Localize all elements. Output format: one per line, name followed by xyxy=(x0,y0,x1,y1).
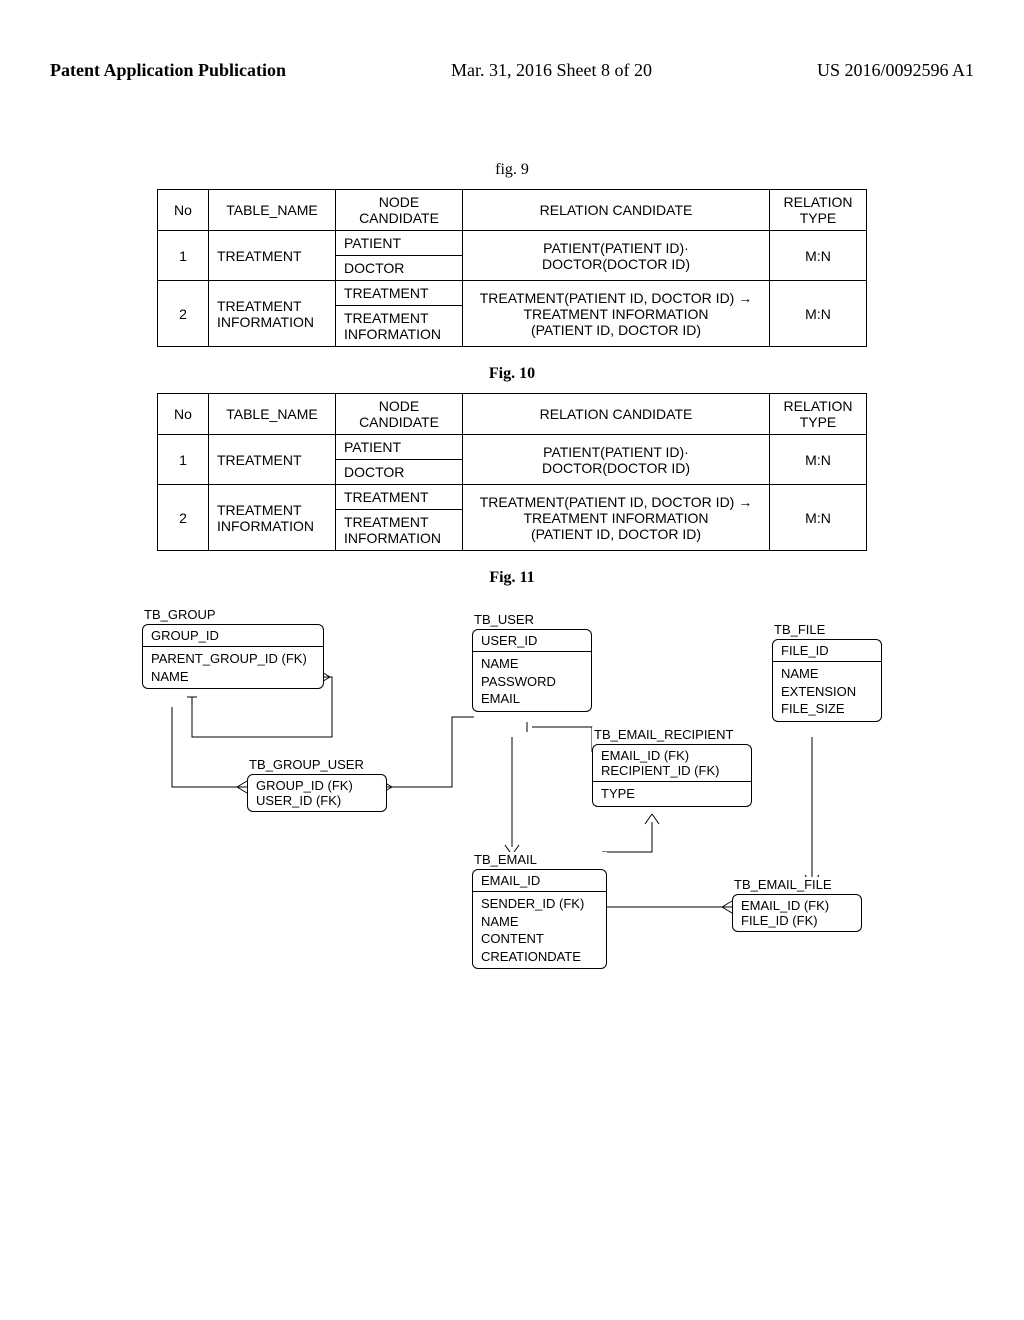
cell-node: TREATMENT xyxy=(336,281,463,306)
entity-title: TB_FILE xyxy=(772,622,882,637)
fig11-label: Fig. 11 xyxy=(50,569,974,587)
cell-node: TREATMENT INFORMATION xyxy=(336,510,463,551)
page-header: Patent Application Publication Mar. 31, … xyxy=(50,60,974,81)
cell-relation: PATIENT(PATIENT ID)· DOCTOR(DOCTOR ID) xyxy=(463,435,770,485)
table-header-row: No TABLE_NAME NODE CANDIDATE RELATION CA… xyxy=(158,394,867,435)
cell-type: M:N xyxy=(770,485,867,551)
col-type: RELATION TYPE xyxy=(770,394,867,435)
table-row: 1 TREATMENT PATIENT PATIENT(PATIENT ID)·… xyxy=(158,231,867,256)
entity-tb-group-user: TB_GROUP_USER GROUP_ID (FK) USER_ID (FK) xyxy=(247,757,387,812)
col-no: No xyxy=(158,394,209,435)
col-node: NODE CANDIDATE xyxy=(336,394,463,435)
table-row: 1 TREATMENT PATIENT PATIENT(PATIENT ID)·… xyxy=(158,435,867,460)
cell-type: M:N xyxy=(770,281,867,347)
cell-tname: TREATMENT INFORMATION xyxy=(209,281,336,347)
entity-title: TB_EMAIL_RECIPIENT xyxy=(592,727,752,742)
col-relation: RELATION CANDIDATE xyxy=(463,190,770,231)
table-row: 2 TREATMENT INFORMATION TREATMENT TREATM… xyxy=(158,281,867,306)
fig11-erd: TB_GROUP GROUP_ID PARENT_GROUP_ID (FK) N… xyxy=(132,597,892,997)
fig10-label: Fig. 10 xyxy=(50,365,974,383)
entity-attrs: NAME EXTENSION FILE_SIZE xyxy=(773,662,881,721)
cell-relation: TREATMENT(PATIENT ID, DOCTOR ID) → TREAT… xyxy=(463,485,770,551)
entity-title: TB_EMAIL_FILE xyxy=(732,877,862,892)
entity-title: TB_GROUP xyxy=(142,607,324,622)
entity-pk: EMAIL_ID (FK) RECIPIENT_ID (FK) xyxy=(593,745,751,782)
fig9-label: fig. 9 xyxy=(50,161,974,179)
col-no: No xyxy=(158,190,209,231)
cell-tname: TREATMENT xyxy=(209,435,336,485)
cell-node: TREATMENT INFORMATION xyxy=(336,306,463,347)
cell-type: M:N xyxy=(770,435,867,485)
header-left: Patent Application Publication xyxy=(50,60,286,81)
col-table-name: TABLE_NAME xyxy=(209,394,336,435)
entity-tb-email: TB_EMAIL EMAIL_ID SENDER_ID (FK) NAME CO… xyxy=(472,852,607,969)
entity-pk: EMAIL_ID (FK) FILE_ID (FK) xyxy=(733,895,861,931)
cell-node: TREATMENT xyxy=(336,485,463,510)
entity-title: TB_GROUP_USER xyxy=(247,757,387,772)
entity-attrs: SENDER_ID (FK) NAME CONTENT CREATIONDATE xyxy=(473,892,606,968)
cell-no: 2 xyxy=(158,281,209,347)
cell-no: 1 xyxy=(158,435,209,485)
entity-tb-file: TB_FILE FILE_ID NAME EXTENSION FILE_SIZE xyxy=(772,622,882,722)
fig9-table: No TABLE_NAME NODE CANDIDATE RELATION CA… xyxy=(157,189,867,347)
entity-tb-group: TB_GROUP GROUP_ID PARENT_GROUP_ID (FK) N… xyxy=(142,607,324,689)
entity-pk: GROUP_ID xyxy=(143,625,323,647)
col-type: RELATION TYPE xyxy=(770,190,867,231)
col-relation: RELATION CANDIDATE xyxy=(463,394,770,435)
header-right: US 2016/0092596 A1 xyxy=(817,60,974,81)
cell-tname: TREATMENT INFORMATION xyxy=(209,485,336,551)
fig10-table: No TABLE_NAME NODE CANDIDATE RELATION CA… xyxy=(157,393,867,551)
cell-type: M:N xyxy=(770,231,867,281)
table-header-row: No TABLE_NAME NODE CANDIDATE RELATION CA… xyxy=(158,190,867,231)
cell-node: PATIENT xyxy=(336,231,463,256)
entity-pk: GROUP_ID (FK) USER_ID (FK) xyxy=(248,775,386,811)
entity-attrs: PARENT_GROUP_ID (FK) NAME xyxy=(143,647,323,688)
cell-node: PATIENT xyxy=(336,435,463,460)
table-row: 2 TREATMENT INFORMATION TREATMENT TREATM… xyxy=(158,485,867,510)
entity-title: TB_EMAIL xyxy=(472,852,607,867)
entity-pk: FILE_ID xyxy=(773,640,881,662)
cell-relation: PATIENT(PATIENT ID)· DOCTOR(DOCTOR ID) xyxy=(463,231,770,281)
entity-attrs: NAME PASSWORD EMAIL xyxy=(473,652,591,711)
cell-no: 1 xyxy=(158,231,209,281)
entity-pk: USER_ID xyxy=(473,630,591,652)
cell-node: DOCTOR xyxy=(336,256,463,281)
cell-no: 2 xyxy=(158,485,209,551)
entity-tb-user: TB_USER USER_ID NAME PASSWORD EMAIL xyxy=(472,612,592,712)
header-center: Mar. 31, 2016 Sheet 8 of 20 xyxy=(451,60,652,81)
cell-tname: TREATMENT xyxy=(209,231,336,281)
entity-tb-email-recipient: TB_EMAIL_RECIPIENT EMAIL_ID (FK) RECIPIE… xyxy=(592,727,752,807)
cell-node: DOCTOR xyxy=(336,460,463,485)
cell-relation: TREATMENT(PATIENT ID, DOCTOR ID) → TREAT… xyxy=(463,281,770,347)
col-node: NODE CANDIDATE xyxy=(336,190,463,231)
entity-tb-email-file: TB_EMAIL_FILE EMAIL_ID (FK) FILE_ID (FK) xyxy=(732,877,862,932)
entity-attrs: TYPE xyxy=(593,782,751,806)
entity-title: TB_USER xyxy=(472,612,592,627)
entity-pk: EMAIL_ID xyxy=(473,870,606,892)
col-table-name: TABLE_NAME xyxy=(209,190,336,231)
